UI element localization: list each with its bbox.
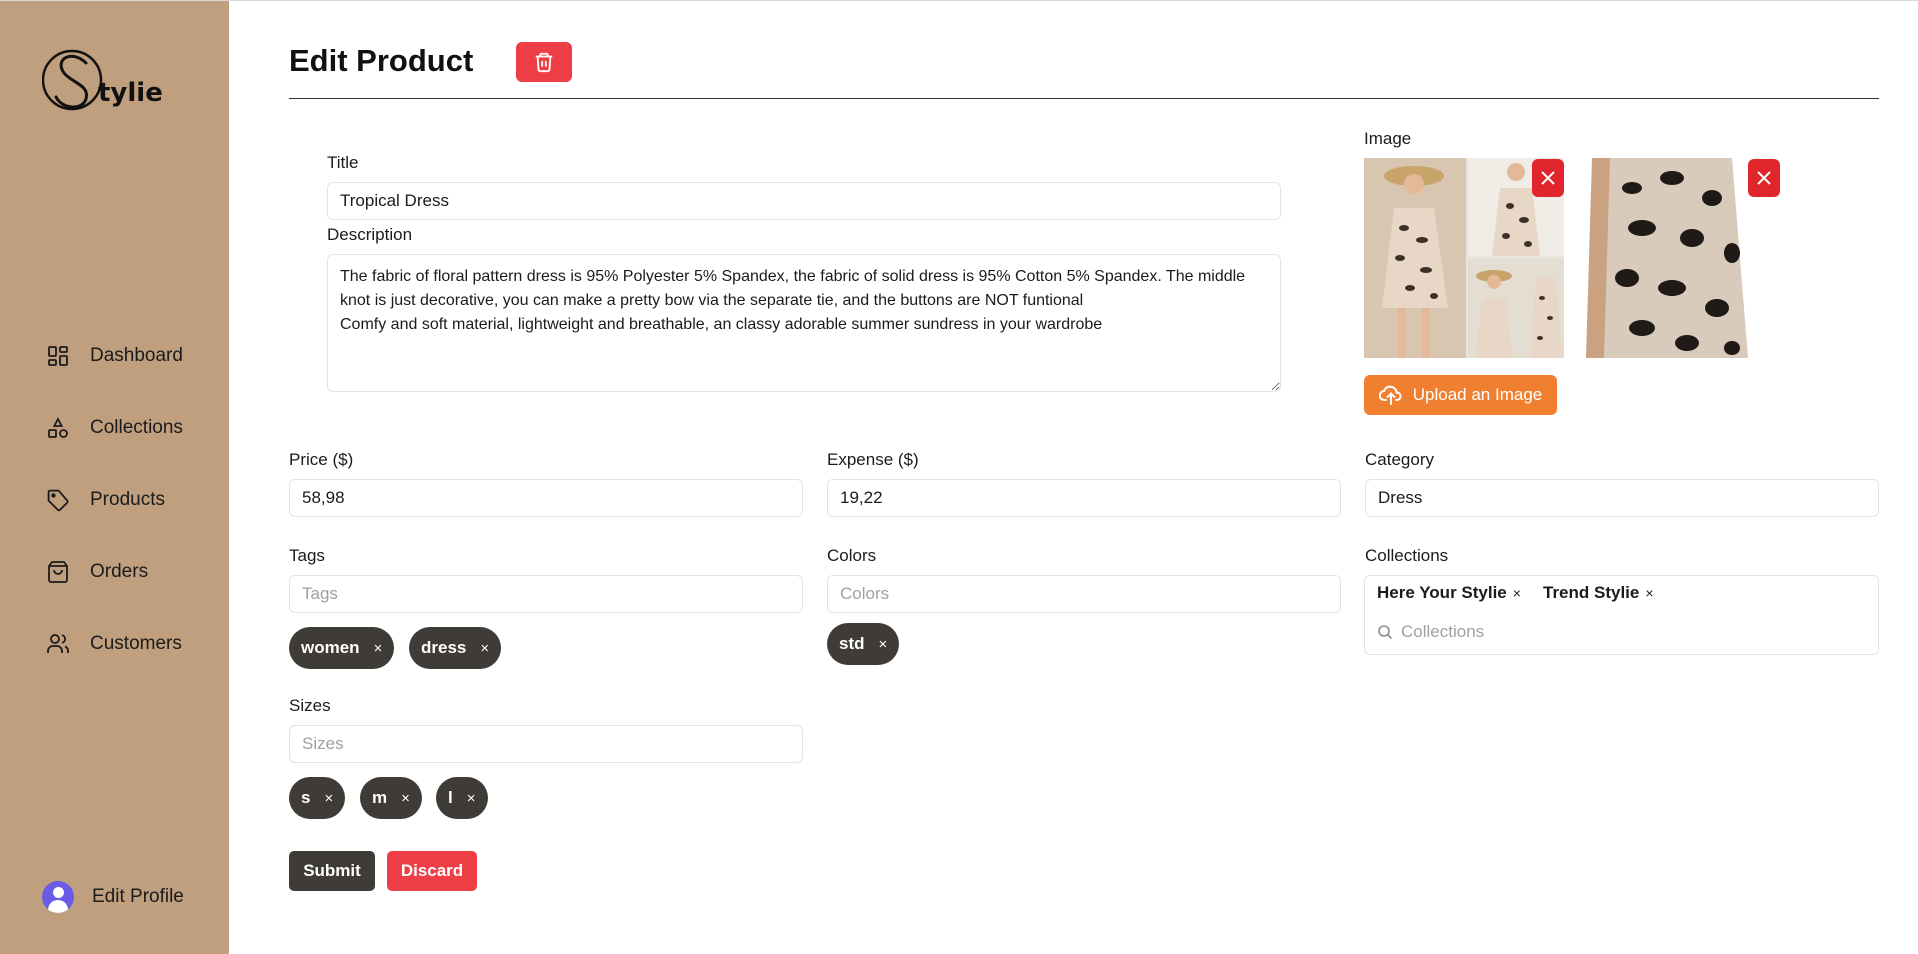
image-label: Image bbox=[1364, 129, 1412, 148]
price-label: Price ($) bbox=[289, 450, 354, 469]
sidebar-item-label: Products bbox=[90, 489, 165, 510]
collection-tag-label: Trend Stylie bbox=[1543, 583, 1640, 602]
colors-input[interactable] bbox=[827, 575, 1341, 613]
tags-input[interactable] bbox=[289, 575, 803, 613]
sidebar: tylie Dashboard Collections Products Ord… bbox=[0, 1, 229, 954]
colors-label: Colors bbox=[827, 546, 877, 565]
page-title: Edit Product bbox=[289, 43, 474, 78]
tags-label: Tags bbox=[289, 546, 325, 565]
delete-product-button[interactable] bbox=[516, 42, 572, 82]
remove-image-1-button[interactable] bbox=[1532, 159, 1564, 197]
expense-label: Expense ($) bbox=[827, 450, 919, 469]
collection-tag-label: Here Your Stylie bbox=[1377, 583, 1507, 602]
tag-chip-dress: dress × bbox=[409, 627, 502, 669]
remove-collection-2-button[interactable]: × bbox=[1645, 585, 1653, 601]
remove-collection-1-button[interactable]: × bbox=[1513, 585, 1521, 601]
sidebar-item-products[interactable]: Products bbox=[46, 485, 165, 515]
search-icon bbox=[1378, 625, 1393, 640]
remove-image-2-button[interactable] bbox=[1748, 159, 1780, 197]
size-chip-label: l bbox=[448, 788, 453, 807]
edit-profile-link[interactable]: Edit Profile bbox=[42, 881, 184, 913]
sidebar-item-customers[interactable]: Customers bbox=[46, 629, 182, 659]
remove-tag-dress-button[interactable]: × bbox=[480, 640, 489, 657]
collections-search[interactable]: Collections bbox=[1377, 622, 1484, 642]
remove-tag-women-button[interactable]: × bbox=[374, 640, 383, 657]
upload-image-button[interactable]: Upload an Image bbox=[1364, 375, 1557, 415]
sidebar-item-collections[interactable]: Collections bbox=[46, 413, 183, 443]
sidebar-item-label: Customers bbox=[90, 633, 182, 654]
color-chip-std: std × bbox=[827, 623, 900, 665]
tag-chip-label: women bbox=[301, 638, 360, 657]
description-label: Description bbox=[327, 225, 413, 244]
sidebar-item-dashboard[interactable]: Dashboard bbox=[46, 341, 183, 371]
collections-multiselect[interactable]: Here Your Stylie × Trend Stylie × Collecti… bbox=[1364, 575, 1879, 655]
size-chip-label: s bbox=[301, 788, 311, 807]
collections-placeholder: Collections bbox=[1401, 622, 1485, 641]
category-input[interactable] bbox=[1365, 479, 1879, 517]
sidebar-item-label: Orders bbox=[90, 561, 149, 582]
logo-text: tylie bbox=[98, 78, 163, 108]
remove-size-m-button[interactable]: × bbox=[401, 790, 410, 807]
trash-icon bbox=[535, 52, 553, 73]
price-input[interactable] bbox=[289, 479, 803, 517]
collection-tag-here-your-stylie: Here Your Stylie × bbox=[1377, 583, 1521, 603]
close-icon bbox=[1757, 171, 1771, 185]
size-chip-l: l × bbox=[436, 777, 488, 819]
submit-button[interactable]: Submit bbox=[289, 851, 375, 891]
size-chip-m: m × bbox=[360, 777, 422, 819]
shopping-bag-icon bbox=[48, 561, 68, 583]
category-label: Category bbox=[1365, 450, 1434, 469]
discard-button[interactable]: Discard bbox=[387, 851, 477, 891]
collections-label: Collections bbox=[1365, 546, 1449, 565]
expense-input[interactable] bbox=[827, 479, 1341, 517]
sidebar-item-label: Collections bbox=[90, 417, 183, 438]
tag-chip-women: women × bbox=[289, 627, 395, 669]
remove-size-l-button[interactable]: × bbox=[467, 790, 476, 807]
close-icon bbox=[1541, 171, 1555, 185]
stylie-logo[interactable]: tylie bbox=[41, 45, 172, 115]
upload-image-label: Upload an Image bbox=[1412, 385, 1543, 404]
sidebar-item-label: Dashboard bbox=[90, 345, 183, 366]
sidebar-item-orders[interactable]: Orders bbox=[46, 557, 148, 587]
collection-tag-trend-stylie: Trend Stylie × bbox=[1543, 583, 1654, 603]
color-chip-label: std bbox=[839, 634, 865, 653]
users-icon bbox=[47, 634, 69, 653]
size-chip-label: m bbox=[372, 788, 388, 807]
tag-icon bbox=[47, 489, 69, 512]
remove-color-std-button[interactable]: × bbox=[879, 636, 888, 653]
header-divider bbox=[289, 98, 1879, 99]
sizes-label: Sizes bbox=[289, 696, 331, 715]
remove-size-s-button[interactable]: × bbox=[324, 790, 333, 807]
size-chip-s: s × bbox=[289, 777, 346, 819]
cloud-upload-icon bbox=[1378, 385, 1402, 405]
avatar bbox=[42, 881, 74, 913]
edit-profile-label: Edit Profile bbox=[92, 886, 184, 907]
product-image-2 bbox=[1582, 158, 1748, 358]
dashboard-icon bbox=[48, 346, 68, 366]
tag-chip-label: dress bbox=[421, 638, 467, 657]
shapes-icon bbox=[48, 417, 68, 438]
title-input[interactable] bbox=[327, 182, 1281, 220]
sizes-input[interactable] bbox=[289, 725, 803, 763]
title-label: Title bbox=[327, 153, 359, 172]
description-textarea[interactable]: The fabric of floral pattern dress is 95… bbox=[327, 254, 1281, 392]
